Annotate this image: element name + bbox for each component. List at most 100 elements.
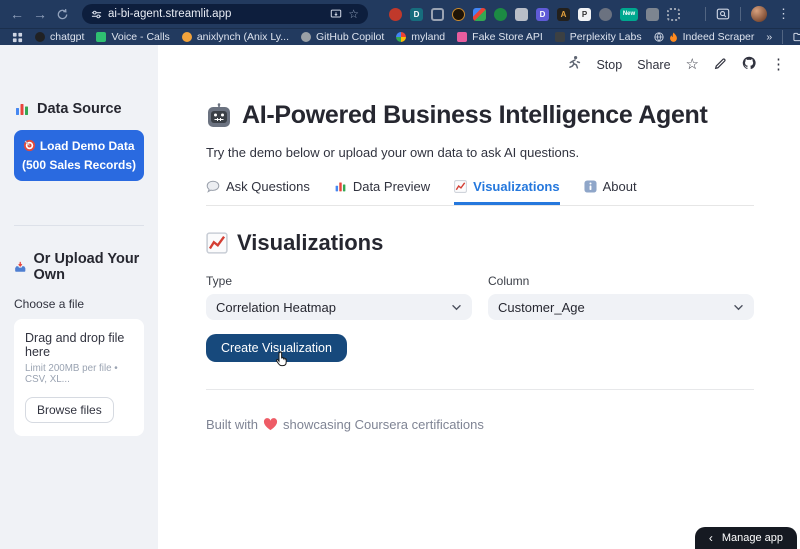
page-content: AI-Powered Business Intelligence Agent T…	[206, 101, 754, 432]
extension-icon[interactable]: D	[536, 7, 549, 21]
site-settings-icon[interactable]	[91, 9, 102, 20]
page-title: AI-Powered Business Intelligence Agent	[242, 101, 708, 129]
bookmarks-overflow-icon[interactable]: »	[766, 31, 772, 43]
data-source-heading-label: Data Source	[37, 101, 122, 117]
inbox-tray-icon	[15, 262, 26, 272]
section-heading-row: Visualizations	[206, 230, 754, 256]
tab-data-preview[interactable]: Data Preview	[334, 179, 430, 205]
bookmark-anixlynch[interactable]: anixlynch (Anix Ly...	[181, 31, 289, 43]
chart-up-icon	[206, 232, 228, 254]
extension-icon[interactable]	[452, 7, 465, 21]
choose-file-label: Choose a file	[14, 297, 85, 312]
fake-store-favicon	[457, 32, 468, 42]
chevron-down-icon	[734, 304, 743, 310]
footer-prefix: Built with	[206, 417, 259, 432]
bookmark-github-copilot[interactable]: GitHub Copilot	[301, 31, 384, 43]
running-person-icon	[566, 55, 581, 74]
column-field-group: Column Customer_Age	[488, 274, 754, 320]
tab-about[interactable]: About	[584, 179, 637, 205]
footer-suffix: showcasing Coursera certifications	[283, 417, 484, 432]
pencil-icon[interactable]	[714, 57, 727, 73]
extension-icon[interactable]: D	[410, 7, 423, 21]
tab-search-icon[interactable]	[716, 7, 730, 21]
extension-icon[interactable]	[599, 7, 612, 21]
chart-up-icon	[454, 180, 467, 193]
tab-visualizations[interactable]: Visualizations	[454, 179, 560, 205]
star-icon[interactable]: ☆	[686, 57, 699, 72]
file-limit-text: Limit 200MB per file • CSV, XL...	[25, 363, 118, 386]
overflow-menu-icon[interactable]: ⋮	[771, 57, 786, 72]
all-bookmarks-button[interactable]: All Bookmarks	[793, 31, 800, 43]
target-icon	[24, 139, 36, 152]
divider	[782, 30, 784, 44]
extension-icon[interactable]	[473, 7, 486, 21]
stop-button[interactable]: Stop	[596, 58, 622, 72]
app-frame: Data Source Load Demo Data (500 Sales Re…	[0, 45, 800, 549]
bookmark-fake-store-api[interactable]: Fake Store API	[457, 31, 543, 43]
type-select-value: Correlation Heatmap	[216, 299, 336, 315]
browse-files-button[interactable]: Browse files	[25, 397, 114, 424]
screenshot-root: ← → ai-bi-agent.streamlit.app ☆ D D A P	[0, 0, 800, 549]
manage-app-button[interactable]: ‹ Manage app	[694, 527, 797, 549]
submit-wrap: Create Visualization	[206, 334, 347, 367]
bar-chart-icon	[16, 104, 28, 115]
extension-icons-row: D D A P New	[389, 7, 680, 21]
forward-arrow-icon[interactable]: →	[33, 7, 47, 21]
file-uploader-dropzone[interactable]: Drag and drop file here Limit 200MB per …	[14, 319, 144, 437]
install-icon[interactable]	[330, 8, 342, 20]
visualization-form: Type Correlation Heatmap Column Customer…	[206, 274, 754, 320]
reload-icon[interactable]	[56, 8, 69, 21]
back-arrow-icon[interactable]: ←	[10, 7, 24, 21]
tab-bar: Ask Questions Data Preview Visualization…	[206, 179, 754, 206]
page-subtitle: Try the demo below or upload your own da…	[206, 145, 580, 160]
divider	[705, 7, 706, 21]
speech-bubble-icon	[206, 180, 220, 193]
sidebar: Data Source Load Demo Data (500 Sales Re…	[0, 45, 158, 549]
content-divider	[206, 389, 754, 390]
bookmark-perplexity-labs[interactable]: Perplexity Labs	[554, 31, 642, 43]
globe-icon	[653, 32, 664, 42]
bookmark-indeed-scraper[interactable]: Indeed Scraper	[653, 31, 754, 43]
extension-new-badge[interactable]: New	[620, 7, 638, 21]
type-select[interactable]: Correlation Heatmap	[206, 294, 472, 320]
extension-icon[interactable]	[515, 7, 528, 21]
folder-icon	[793, 32, 800, 42]
fire-icon	[669, 32, 678, 43]
extension-icon[interactable]: A	[557, 7, 570, 21]
share-button[interactable]: Share	[637, 58, 670, 72]
bookmark-voice-calls[interactable]: Voice - Calls	[96, 31, 170, 43]
extension-icon[interactable]	[389, 7, 402, 21]
bookmark-chatgpt[interactable]: chatgpt	[35, 31, 84, 43]
url-text[interactable]: ai-bi-agent.streamlit.app	[108, 8, 324, 20]
extension-icon[interactable]	[494, 7, 507, 21]
bookmark-star-icon[interactable]: ☆	[348, 8, 359, 20]
load-demo-data-label: Load Demo Data (500 Sales Records)	[21, 139, 137, 172]
apps-grid-icon[interactable]	[12, 32, 23, 43]
column-select[interactable]: Customer_Age	[488, 294, 754, 320]
heart-icon	[263, 418, 278, 431]
address-bar[interactable]: ai-bi-agent.streamlit.app ☆	[82, 4, 368, 24]
sidebar-divider	[14, 225, 144, 227]
robot-icon	[208, 102, 230, 127]
extension-icon[interactable]: P	[578, 7, 591, 21]
profile-avatar[interactable]	[751, 6, 767, 22]
info-icon	[584, 180, 597, 193]
menu-dots-icon[interactable]: ⋮	[777, 6, 790, 22]
manage-app-label: Manage app	[721, 532, 783, 544]
upload-heading: Or Upload Your Own	[14, 251, 144, 283]
github-icon[interactable]	[742, 56, 756, 73]
load-demo-data-button[interactable]: Load Demo Data (500 Sales Records)	[14, 130, 144, 182]
extension-icon[interactable]	[646, 7, 659, 21]
anixlynch-favicon	[181, 32, 192, 42]
extension-icon[interactable]	[431, 7, 444, 21]
bookmark-myland[interactable]: myland	[396, 31, 445, 43]
type-label: Type	[206, 274, 233, 288]
section-heading: Visualizations	[237, 230, 384, 255]
type-field-group: Type Correlation Heatmap	[206, 274, 472, 320]
tab-ask-questions[interactable]: Ask Questions	[206, 179, 310, 205]
upload-heading-label: Or Upload Your Own	[33, 251, 140, 284]
extensions-puzzle-icon[interactable]	[667, 7, 680, 21]
chatgpt-favicon	[35, 32, 45, 42]
bookmarks-right-cluster: » All Bookmarks	[766, 30, 800, 44]
drag-drop-text: Drag and drop file here	[25, 331, 125, 360]
